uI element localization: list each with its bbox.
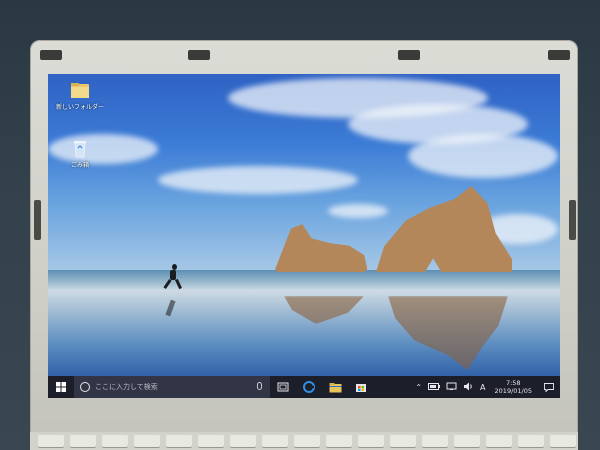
action-center-button[interactable] bbox=[538, 376, 560, 398]
bezel-tab bbox=[398, 50, 420, 60]
bezel-tab bbox=[188, 50, 210, 60]
keyboard-key bbox=[454, 435, 480, 447]
keyboard-key bbox=[326, 435, 352, 447]
taskbar: ここに入力して検索 ⌃ A 7:58 2019/01/05 bbox=[48, 376, 560, 398]
start-button[interactable] bbox=[48, 376, 74, 398]
network-icon[interactable] bbox=[443, 382, 460, 392]
clock-date: 2019/01/05 bbox=[494, 387, 532, 395]
keyboard-key bbox=[262, 435, 288, 447]
keyboard-key bbox=[70, 435, 96, 447]
volume-icon[interactable] bbox=[460, 382, 477, 393]
store-icon bbox=[356, 384, 366, 392]
desktop-icon-label: 新しいフォルダー bbox=[56, 104, 105, 111]
store-button[interactable] bbox=[348, 376, 374, 398]
search-box[interactable]: ここに入力して検索 bbox=[74, 376, 270, 398]
windows-logo-icon bbox=[56, 382, 66, 392]
edge-button[interactable] bbox=[296, 376, 322, 398]
edge-icon bbox=[303, 381, 315, 393]
bezel-tab bbox=[40, 50, 62, 60]
wallpaper-sea bbox=[48, 270, 560, 290]
wallpaper-cloud bbox=[408, 134, 558, 178]
system-tray: ⌃ A 7:58 2019/01/05 bbox=[412, 376, 560, 398]
keyboard-key bbox=[390, 435, 416, 447]
keyboard-key bbox=[550, 435, 576, 447]
keyboard-key bbox=[486, 435, 512, 447]
bezel-clip bbox=[34, 200, 41, 240]
recycle-bin-icon bbox=[69, 138, 91, 160]
input-indicator[interactable]: A bbox=[477, 383, 488, 392]
keyboard-key bbox=[166, 435, 192, 447]
keyboard-key bbox=[518, 435, 544, 447]
bezel-tab bbox=[548, 50, 570, 60]
notification-icon bbox=[544, 382, 554, 392]
wallpaper-cloud bbox=[328, 204, 388, 218]
file-explorer-button[interactable] bbox=[322, 376, 348, 398]
clock-time: 7:58 bbox=[505, 379, 521, 387]
wallpaper-cloud bbox=[158, 166, 358, 194]
desktop-icon-recycle-bin[interactable]: ごみ箱 bbox=[56, 138, 104, 169]
search-input[interactable]: ここに入力して検索 bbox=[95, 382, 158, 392]
keyboard-key bbox=[38, 435, 64, 447]
folder-icon bbox=[69, 80, 91, 102]
bezel-clip bbox=[569, 200, 576, 240]
clock[interactable]: 7:58 2019/01/05 bbox=[489, 379, 538, 395]
keyboard-key bbox=[230, 435, 256, 447]
desktop-screen: 新しいフォルダー ごみ箱 ここに入力して検索 ⌃ A 7:58 2019/01/… bbox=[48, 74, 560, 398]
keyboard-key bbox=[422, 435, 448, 447]
chevron-up-icon[interactable]: ⌃ bbox=[412, 383, 425, 392]
desktop-icon-label: ごみ箱 bbox=[70, 162, 89, 169]
cortana-icon bbox=[80, 382, 90, 392]
wallpaper-runner bbox=[170, 270, 176, 280]
microphone-icon[interactable] bbox=[257, 382, 262, 390]
keyboard-key bbox=[102, 435, 128, 447]
keyboard-key bbox=[358, 435, 384, 447]
battery-icon[interactable] bbox=[425, 382, 443, 392]
file-explorer-icon bbox=[329, 382, 341, 392]
keyboard-key bbox=[134, 435, 160, 447]
task-view-button[interactable] bbox=[270, 376, 296, 398]
keyboard-key bbox=[198, 435, 224, 447]
keyboard-key bbox=[294, 435, 320, 447]
task-view-icon bbox=[277, 382, 289, 392]
desktop-icon-new-folder[interactable]: 新しいフォルダー bbox=[56, 80, 104, 111]
